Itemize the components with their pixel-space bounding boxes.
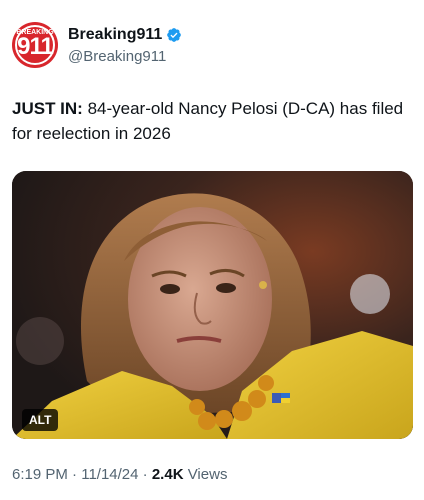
meta-separator: · [67, 466, 82, 483]
tweet-meta: 6:19 PM · 11/14/24 · 2.4K Views [12, 466, 227, 483]
tweet-media-image[interactable]: ALT [12, 171, 413, 439]
author-display-name[interactable]: Breaking911 [68, 26, 162, 44]
tweet-text: JUST IN: 84-year-old Nancy Pelosi (D-CA)… [12, 96, 412, 146]
views-count[interactable]: 2.4K [152, 466, 184, 483]
author-handle[interactable]: @Breaking911 [68, 48, 166, 65]
author-name-line: Breaking911 [68, 26, 182, 44]
views-label: Views [183, 466, 228, 483]
author-avatar[interactable]: BREAKING 911 [12, 22, 58, 68]
meta-separator: · [138, 466, 152, 483]
tweet-date[interactable]: 11/14/24 [81, 466, 138, 483]
verified-badge-icon[interactable] [166, 27, 182, 43]
tweet-prefix: JUST IN: [12, 99, 83, 118]
avatar-big-text: 911 [17, 33, 54, 60]
portrait-photo [12, 171, 413, 439]
alt-text-button[interactable]: ALT [22, 409, 59, 431]
tweet-time[interactable]: 6:19 PM [12, 466, 68, 483]
tweet-header: BREAKING 911 Breaking911 @Breaking911 [12, 22, 412, 70]
